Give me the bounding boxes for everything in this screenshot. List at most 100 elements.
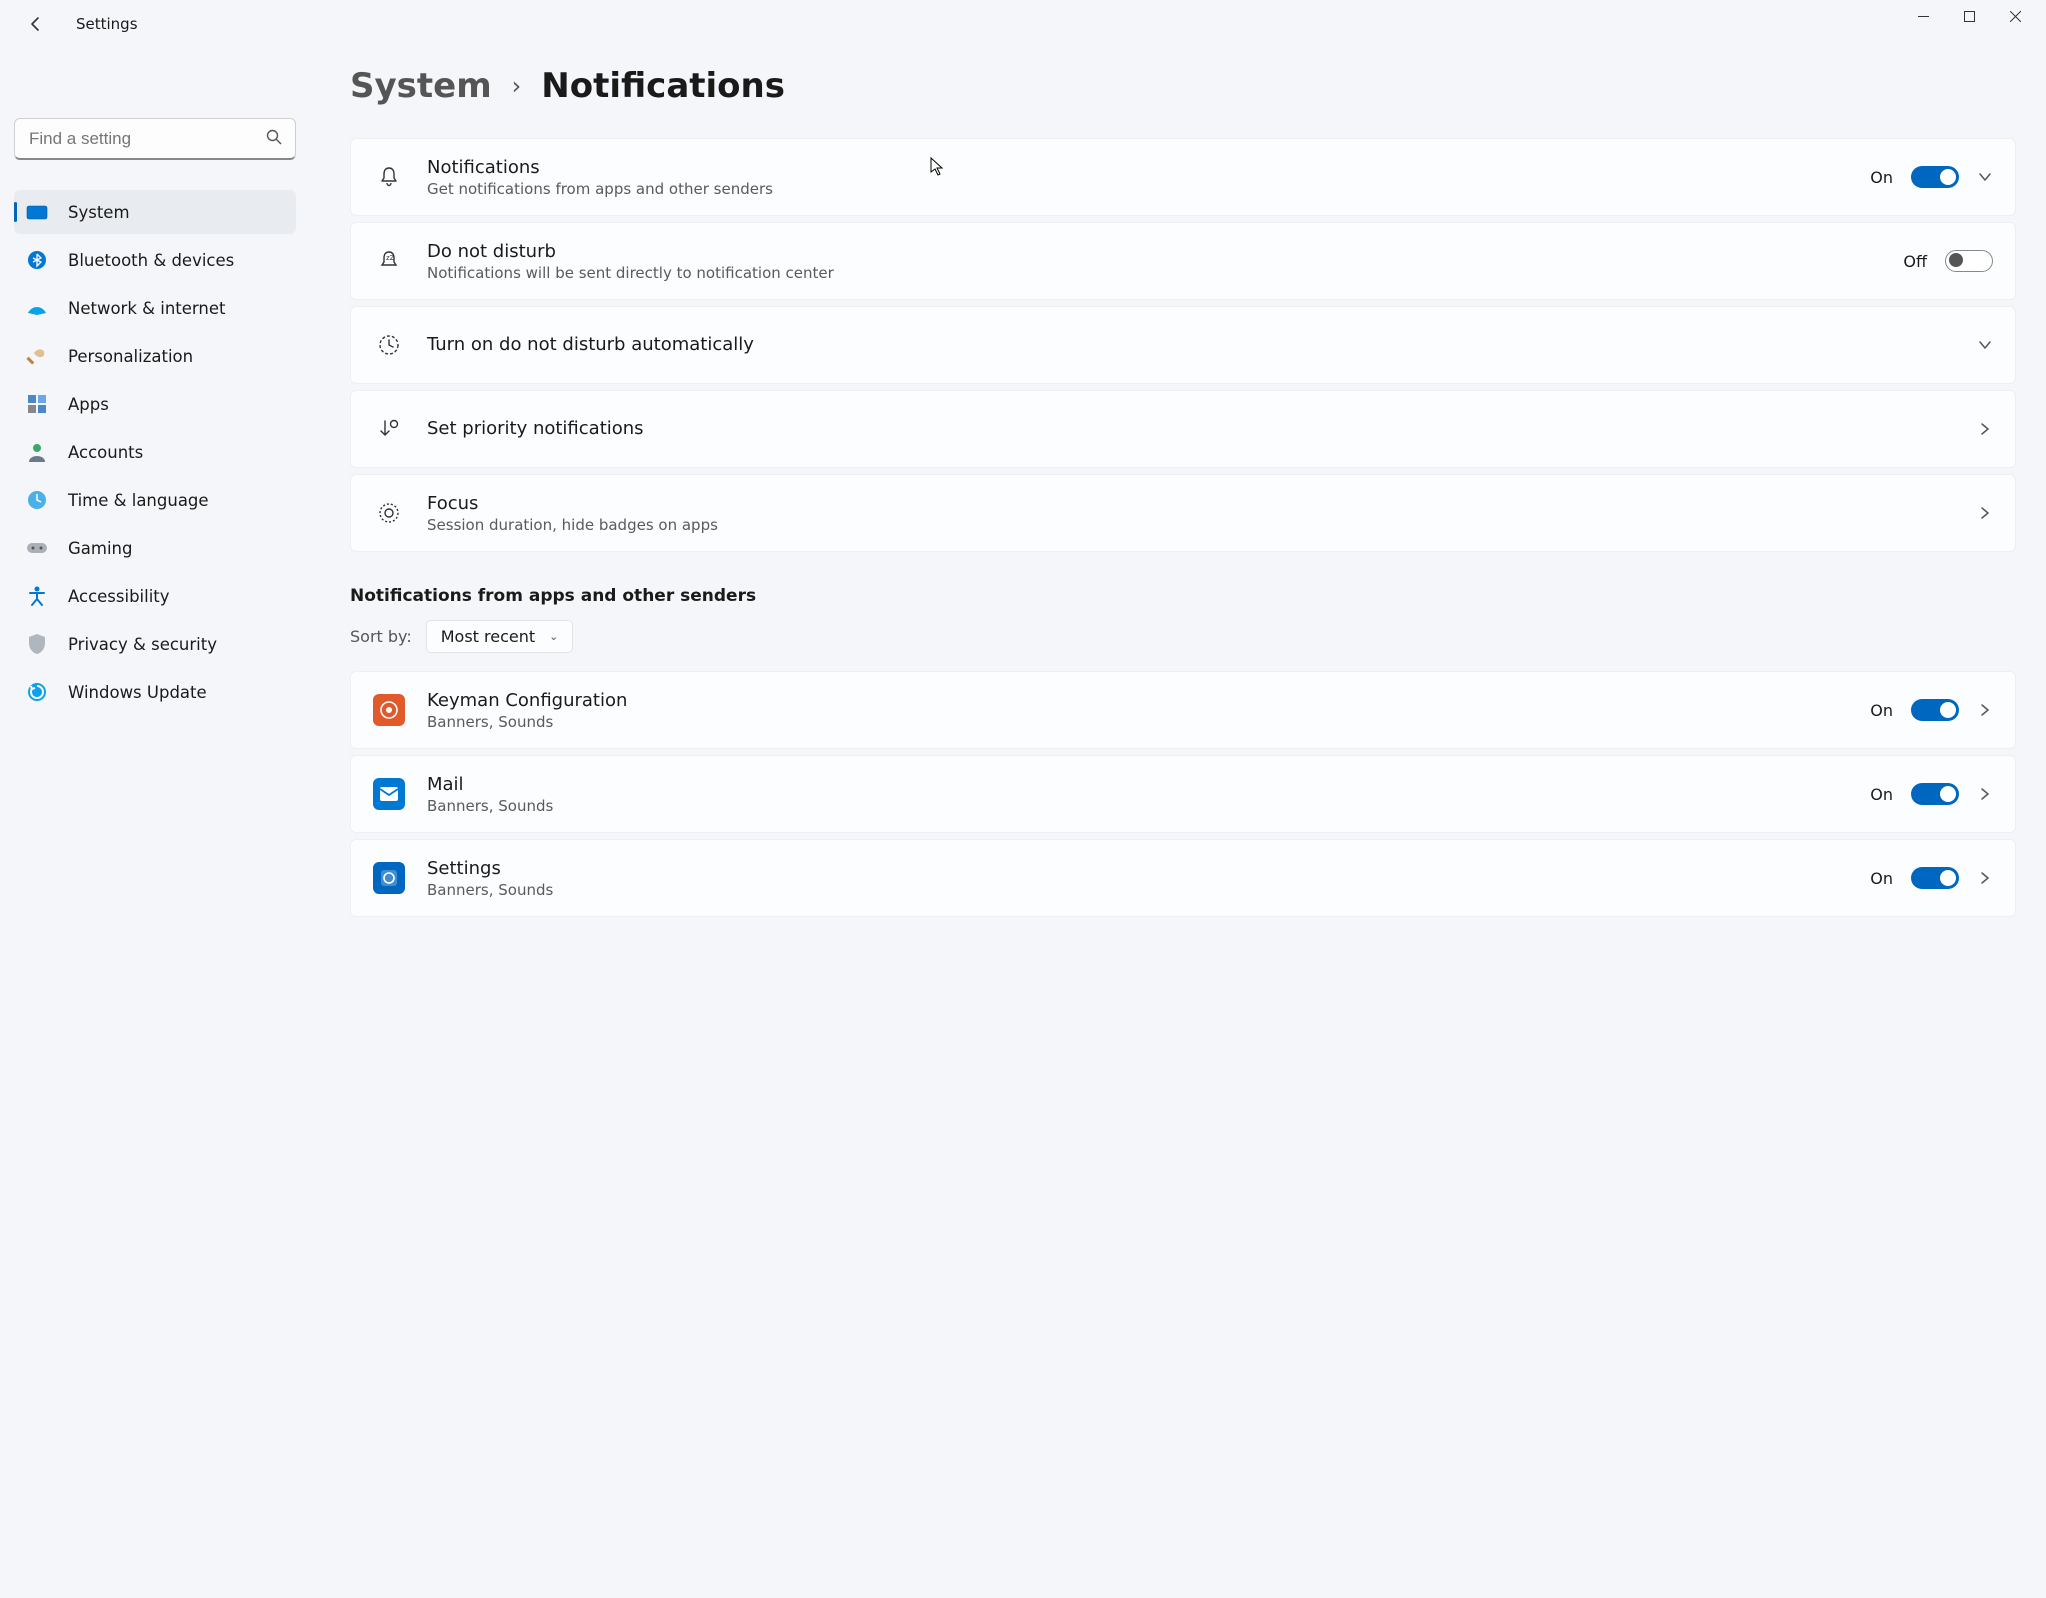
card-auto-dnd[interactable]: Turn on do not disturb automatically <box>350 306 2016 384</box>
card-title: Set priority notifications <box>427 418 1977 439</box>
window-controls <box>1900 0 2038 48</box>
nav-item-label: Bluetooth & devices <box>68 251 234 270</box>
content-pane: System › Notifications Notifications Get… <box>310 48 2046 1598</box>
app-sub: Banners, Sounds <box>427 713 1870 731</box>
focus-icon <box>373 497 405 529</box>
svg-text:zZ: zZ <box>386 254 395 262</box>
toggle-label: On <box>1870 785 1893 804</box>
arrow-left-icon <box>28 16 44 32</box>
bluetooth-icon <box>24 249 50 271</box>
do-not-disturb-icon: zZ <box>373 245 405 277</box>
sidebar: System Bluetooth & devices Network & inter… <box>0 48 310 1598</box>
card-subtitle: Notifications will be sent directly to n… <box>427 264 1903 282</box>
breadcrumb-leaf: Notifications <box>541 66 785 106</box>
sort-by-select[interactable]: Most recent ⌄ <box>426 620 574 653</box>
toggle-label: Off <box>1903 252 1927 271</box>
card-title: Focus <box>427 493 1977 514</box>
apps-icon <box>24 393 50 415</box>
chevron-right-icon[interactable] <box>1977 871 1993 885</box>
card-title: Notifications <box>427 157 1870 178</box>
app-row-keyman[interactable]: Keyman ConfigurationBanners, SoundsOn <box>350 671 2016 749</box>
settings-app-icon <box>373 862 405 894</box>
nav-item-apps[interactable]: Apps <box>14 382 296 426</box>
accessibility-icon <box>24 585 50 607</box>
nav-item-update[interactable]: Windows Update <box>14 670 296 714</box>
app-sub: Banners, Sounds <box>427 797 1870 815</box>
apps-section-header: Notifications from apps and other sender… <box>350 586 2016 606</box>
gaming-icon <box>24 537 50 559</box>
card-notifications[interactable]: Notifications Get notifications from app… <box>350 138 2016 216</box>
nav-item-accessibility[interactable]: Accessibility <box>14 574 296 618</box>
privacy-icon <box>24 633 50 655</box>
breadcrumb: System › Notifications <box>350 66 2016 106</box>
titlebar: Settings <box>0 0 2046 48</box>
update-icon <box>24 681 50 703</box>
card-focus[interactable]: Focus Session duration, hide badges on a… <box>350 474 2016 552</box>
chevron-right-icon[interactable] <box>1977 506 1993 520</box>
app-sub: Banners, Sounds <box>427 881 1870 899</box>
window-title: Settings <box>76 15 138 33</box>
search-box <box>14 118 296 160</box>
network-icon <box>24 297 50 319</box>
nav-item-time[interactable]: Time & language <box>14 478 296 522</box>
mail-app-icon <box>373 778 405 810</box>
chevron-down-icon[interactable] <box>1977 170 1993 184</box>
nav-item-personalization[interactable]: Personalization <box>14 334 296 378</box>
priority-icon <box>373 413 405 445</box>
chevron-right-icon[interactable] <box>1977 703 1993 717</box>
card-title: Turn on do not disturb automatically <box>427 334 1977 355</box>
nav-item-accounts[interactable]: Accounts <box>14 430 296 474</box>
system-icon <box>24 201 50 223</box>
close-icon <box>2010 11 2021 22</box>
nav-item-gaming[interactable]: Gaming <box>14 526 296 570</box>
chevron-down-icon: ⌄ <box>549 630 558 643</box>
card-subtitle: Get notifications from apps and other se… <box>427 180 1870 198</box>
card-title: Do not disturb <box>427 241 1903 262</box>
search-input[interactable] <box>14 118 296 160</box>
card-do-not-disturb[interactable]: zZ Do not disturb Notifications will be … <box>350 222 2016 300</box>
maximize-button[interactable] <box>1946 0 1992 32</box>
sort-by-value: Most recent <box>441 627 535 646</box>
app-toggle-keyman[interactable] <box>1911 699 1959 721</box>
chevron-right-icon: › <box>512 72 522 100</box>
maximize-icon <box>1964 11 1975 22</box>
chevron-down-icon[interactable] <box>1977 338 1993 352</box>
nav-item-label: Accessibility <box>68 587 170 606</box>
app-toggle-settings[interactable] <box>1911 867 1959 889</box>
app-row-mail[interactable]: Mail Banners, SoundsOn <box>350 755 2016 833</box>
nav-item-system[interactable]: System <box>14 190 296 234</box>
chevron-right-icon[interactable] <box>1977 422 1993 436</box>
notifications-toggle[interactable] <box>1911 166 1959 188</box>
breadcrumb-root[interactable]: System <box>350 66 492 106</box>
apps-list: Keyman ConfigurationBanners, SoundsOnMai… <box>350 671 2016 917</box>
chevron-right-icon[interactable] <box>1977 787 1993 801</box>
nav-list: System Bluetooth & devices Network & inter… <box>14 190 296 714</box>
nav-item-bluetooth[interactable]: Bluetooth & devices <box>14 238 296 282</box>
nav-item-label: Time & language <box>68 491 209 510</box>
nav-item-label: Accounts <box>68 443 143 462</box>
nav-item-label: Privacy & security <box>68 635 217 654</box>
app-name: Settings <box>427 858 1870 879</box>
bell-icon <box>373 161 405 193</box>
time-icon <box>24 489 50 511</box>
card-priority-notifications[interactable]: Set priority notifications <box>350 390 2016 468</box>
card-subtitle: Session duration, hide badges on apps <box>427 516 1977 534</box>
minimize-icon <box>1918 11 1929 22</box>
nav-item-label: Gaming <box>68 539 133 558</box>
minimize-button[interactable] <box>1900 0 1946 32</box>
sort-by-row: Sort by: Most recent ⌄ <box>350 620 2016 653</box>
toggle-label: On <box>1870 701 1893 720</box>
nav-item-network[interactable]: Network & internet <box>14 286 296 330</box>
app-row-settings[interactable]: SettingsBanners, SoundsOn <box>350 839 2016 917</box>
back-button[interactable] <box>20 8 52 40</box>
accounts-icon <box>24 441 50 463</box>
nav-item-label: System <box>68 203 130 222</box>
app-name: Mail <box>427 774 1870 795</box>
app-toggle-mail[interactable] <box>1911 783 1959 805</box>
toggle-label: On <box>1870 168 1893 187</box>
close-button[interactable] <box>1992 0 2038 32</box>
nav-item-label: Network & internet <box>68 299 225 318</box>
nav-item-label: Apps <box>68 395 109 414</box>
nav-item-privacy[interactable]: Privacy & security <box>14 622 296 666</box>
dnd-toggle[interactable] <box>1945 250 1993 272</box>
